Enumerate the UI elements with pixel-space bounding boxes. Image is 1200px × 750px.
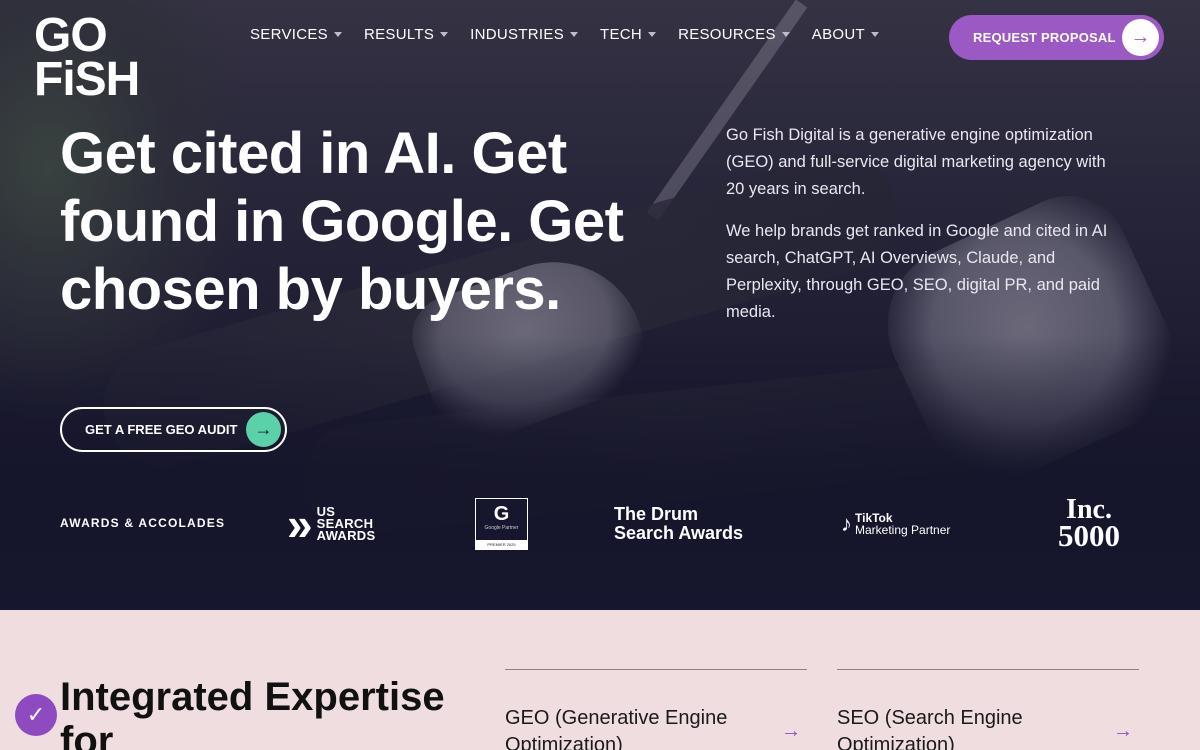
drum-line-2: Search Awards [614, 523, 744, 543]
tiktok-line-2: Marketing Partner [855, 523, 951, 537]
service-card-geo[interactable]: GEO (Generative Engine Optimization) → [505, 669, 807, 750]
tiktok-marketing-partner-logo: ♪ TikTok Marketing Partner [841, 511, 950, 537]
caret-down-icon [870, 32, 879, 37]
request-proposal-label: REQUEST PROPOSAL [973, 30, 1116, 45]
caret-down-icon [648, 32, 657, 37]
google-partner-text: Google Partner [484, 525, 519, 531]
google-premier-text: PREMIER 2025 [476, 540, 527, 549]
accessibility-icon: ✓ [26, 702, 46, 727]
nav-item-tech[interactable]: TECH [600, 26, 657, 43]
nav-item-services[interactable]: SERVICES [250, 26, 342, 43]
hero-headline: Get cited in AI. Get found in Google. Ge… [60, 121, 624, 322]
arrow-right-icon: → [781, 720, 801, 742]
awards-label: AWARDS & ACCOLADES [60, 516, 226, 530]
hero-intro-paragraph-2: We help brands get ranked in Google and … [726, 222, 1108, 321]
arrow-right-icon: → [1122, 19, 1159, 56]
us-search-awards-logo: » US SEARCH AWARDS [287, 498, 376, 550]
inc-line-2: 5000 [1058, 518, 1120, 553]
google-partner-badge: G Google Partner PREMIER 2025 [475, 498, 528, 550]
tiktok-text: TikTok Marketing Partner [855, 512, 950, 536]
nav-item-label: ABOUT [811, 26, 865, 43]
service-card-label: SEO (Search Engine Optimization) [837, 707, 1023, 750]
arrow-right-icon: → [246, 412, 281, 447]
us-search-line-3: AWARDS [316, 528, 376, 543]
caret-down-icon [781, 32, 790, 37]
nav-item-results[interactable]: RESULTS [364, 26, 449, 43]
free-geo-audit-button[interactable]: GET A FREE GEO AUDIT → [60, 407, 287, 452]
expertise-title: Integrated Expertise for [60, 675, 445, 750]
nav-item-label: RESOURCES [678, 26, 776, 43]
the-drum-search-awards-logo: The Drum Search Awards [614, 505, 743, 543]
accessibility-widget-button[interactable]: ✓ [15, 694, 57, 736]
nav-item-label: SERVICES [250, 26, 328, 43]
logo-line-1: GO [34, 9, 108, 62]
caret-down-icon [334, 32, 342, 37]
nav-item-about[interactable]: ABOUT [812, 26, 879, 43]
arrow-right-icon: → [1113, 720, 1133, 742]
go-fish-logo[interactable]: GO FiSH [34, 9, 154, 106]
main-nav: SERVICES RESULTS INDUSTRIES TECH RESOURC… [250, 26, 901, 43]
service-card-label: GEO (Generative Engine Optimization) [505, 707, 728, 750]
nav-item-label: RESULTS [364, 26, 435, 43]
double-chevron-icon: » [287, 498, 313, 550]
nav-item-label: TECH [600, 26, 643, 43]
free-geo-audit-label: GET A FREE GEO AUDIT [85, 422, 238, 437]
drum-line-1: The Drum [614, 504, 699, 524]
caret-down-icon [570, 32, 579, 37]
logo-line-2: FiSH [34, 53, 140, 106]
service-card-seo[interactable]: SEO (Search Engine Optimization) → [837, 669, 1139, 750]
google-g-icon: G [493, 503, 510, 525]
hero-intro-paragraph-1: Go Fish Digital is a generative engine o… [726, 126, 1106, 198]
hero-intro: Go Fish Digital is a generative engine o… [726, 122, 1126, 341]
inc-5000-logo: Inc. 5000 [1058, 496, 1120, 553]
us-search-awards-text: US SEARCH AWARDS [316, 505, 376, 543]
caret-down-icon [440, 32, 449, 37]
nav-item-resources[interactable]: RESOURCES [678, 26, 790, 43]
tiktok-icon: ♪ [841, 511, 852, 536]
nav-item-industries[interactable]: INDUSTRIES [470, 26, 579, 43]
nav-item-label: INDUSTRIES [470, 26, 565, 43]
request-proposal-button[interactable]: REQUEST PROPOSAL → [949, 15, 1164, 60]
